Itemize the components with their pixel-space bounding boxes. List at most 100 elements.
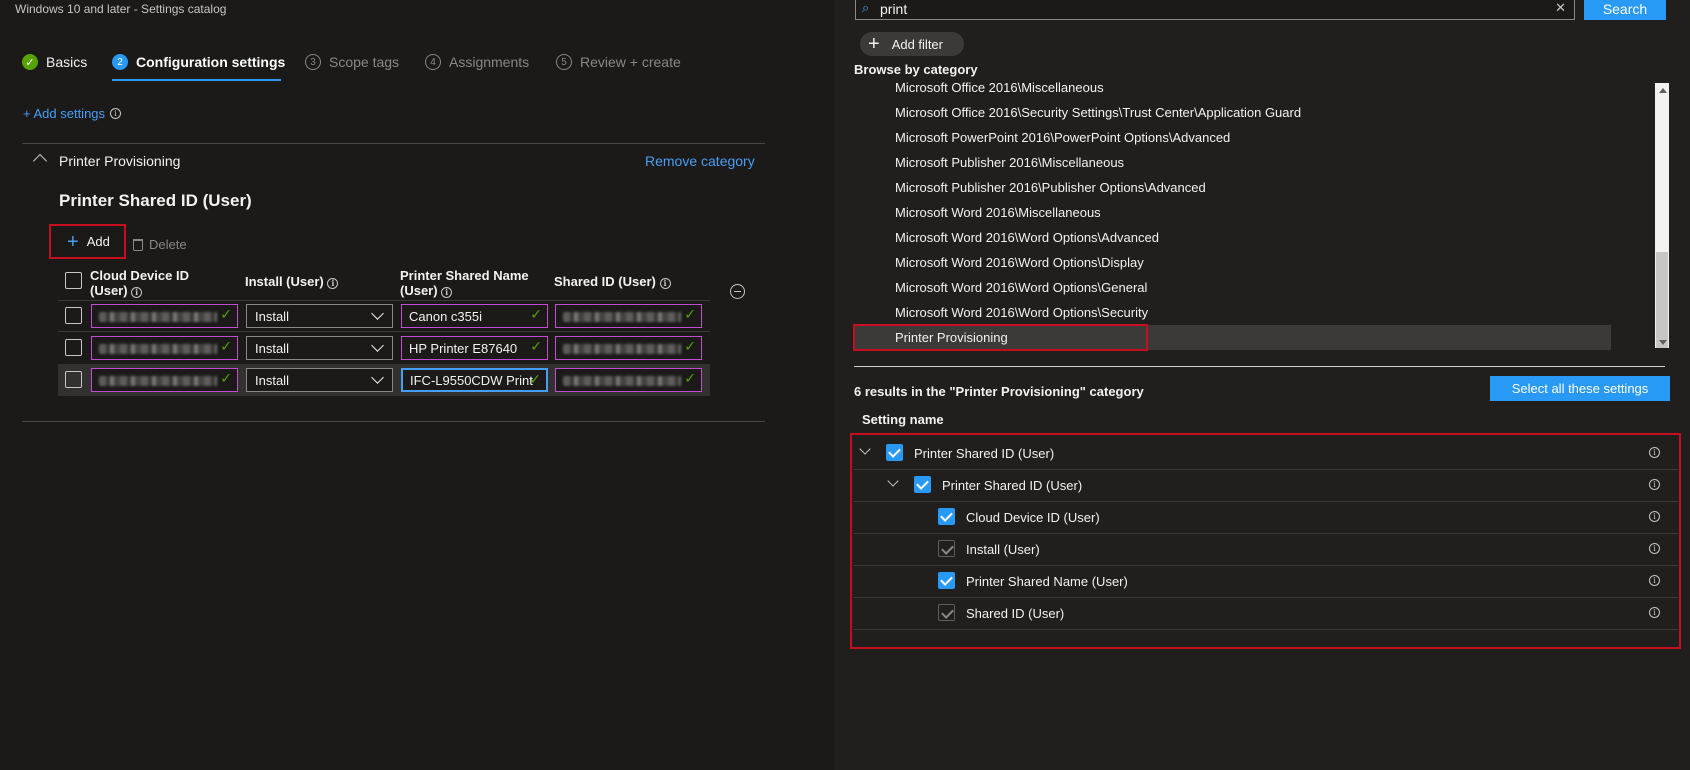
cloud-device-id-input[interactable]: ✓ (91, 368, 238, 392)
step-review-create[interactable]: 5 Review + create (556, 54, 681, 70)
chevron-down-icon (371, 339, 384, 352)
selected-category-highlight (853, 324, 1148, 351)
install-select[interactable]: Install (246, 336, 393, 360)
step-number: 5 (556, 54, 572, 70)
step-scope-tags[interactable]: 3 Scope tags (305, 54, 399, 70)
row-checkbox[interactable] (65, 371, 82, 388)
chevron-down-icon[interactable] (859, 443, 871, 455)
search-icon: ⌕ (862, 0, 870, 15)
row-checkbox[interactable] (65, 307, 82, 324)
install-value: Install (255, 341, 289, 356)
tree-row[interactable]: Cloud Device ID (User) i (853, 501, 1678, 534)
scroll-up-icon[interactable] (1659, 88, 1667, 93)
category-item[interactable]: Microsoft Office 2016\Miscellaneous (895, 80, 1104, 95)
tree-row[interactable]: Install (User) i (853, 533, 1678, 566)
step-assignments[interactable]: 4 Assignments (425, 54, 529, 70)
plus-icon: + (67, 230, 79, 253)
add-settings-link[interactable]: + Add settings i (23, 106, 122, 121)
shared-id-input[interactable]: ✓ (555, 336, 702, 360)
category-item[interactable]: Microsoft PowerPoint 2016\PowerPoint Opt… (895, 130, 1230, 145)
category-item[interactable]: Microsoft Word 2016\Word Options\Display (895, 255, 1144, 270)
printer-shared-name-input[interactable]: HP Printer E87640 ✓ (401, 336, 548, 360)
setting-checkbox[interactable] (938, 508, 955, 525)
divider (854, 366, 1665, 367)
remove-category-link[interactable]: Remove category (645, 153, 755, 169)
add-row-button[interactable]: + Add (49, 224, 126, 259)
category-item[interactable]: Microsoft Word 2016\Miscellaneous (895, 205, 1101, 220)
tree-row[interactable]: Printer Shared ID (User) i (853, 437, 1678, 470)
cloud-device-id-input[interactable]: ✓ (91, 304, 238, 328)
step-configuration-settings[interactable]: 2 Configuration settings (112, 54, 285, 70)
info-icon[interactable]: i (659, 278, 671, 289)
shared-id-input[interactable]: ✓ (555, 304, 702, 328)
info-icon[interactable]: i (1649, 575, 1660, 586)
category-item[interactable]: Microsoft Publisher 2016\Publisher Optio… (895, 180, 1206, 195)
checkmark-icon: ✓ (529, 372, 541, 388)
setting-checkbox[interactable] (886, 444, 903, 461)
remove-circle-icon[interactable] (730, 284, 745, 299)
printer-shared-name-input[interactable]: Canon c355i ✓ (401, 304, 548, 328)
browse-by-category-heading: Browse by category (854, 62, 978, 77)
category-item[interactable]: Microsoft Word 2016\Word Options\General (895, 280, 1147, 295)
info-icon[interactable]: i (1649, 607, 1660, 618)
checkmark-icon: ✓ (530, 339, 542, 355)
row-checkbox[interactable] (65, 339, 82, 356)
checkmark-icon (888, 445, 901, 458)
step-label: Basics (46, 54, 88, 70)
category-item[interactable]: Microsoft Office 2016\Security Settings\… (895, 105, 1301, 120)
header-install-text: Install (User) (245, 274, 324, 289)
info-icon[interactable]: i (1649, 447, 1660, 458)
plus-icon: + (868, 33, 880, 55)
info-icon[interactable]: i (131, 287, 143, 298)
row-divider (58, 331, 710, 332)
profile-editor-pane: Windows 10 and later - Settings catalog … (0, 0, 835, 770)
search-input[interactable]: ⌕ print ✕ (855, 0, 1575, 20)
add-filter-button[interactable]: + Add filter (860, 32, 964, 56)
chevron-up-icon[interactable] (32, 153, 48, 169)
printer-shared-name-input[interactable]: IFC-L9550CDW Print ✓ (401, 368, 548, 392)
install-select[interactable]: Install (246, 304, 393, 328)
tree-row[interactable]: Shared ID (User) i (853, 597, 1678, 630)
active-step-indicator (112, 79, 281, 81)
setting-checkbox[interactable] (938, 572, 955, 589)
select-all-settings-button[interactable]: Select all these settings (1490, 376, 1670, 401)
scroll-down-icon[interactable] (1659, 340, 1667, 345)
category-title: Printer Provisioning (59, 153, 181, 169)
row-divider (58, 300, 710, 301)
tree-row[interactable]: Printer Shared ID (User) i (853, 469, 1678, 502)
info-icon[interactable]: i (441, 287, 453, 298)
header-line-text: (User) (90, 283, 128, 298)
clear-icon[interactable]: ✕ (1555, 0, 1566, 16)
add-settings-label: + Add settings (23, 106, 106, 121)
info-icon[interactable]: i (1649, 543, 1660, 554)
setting-checkbox-disabled (938, 604, 955, 621)
shared-id-input[interactable]: ✓ (555, 368, 702, 392)
info-icon[interactable]: i (110, 108, 122, 119)
category-item[interactable]: Microsoft Word 2016\Word Options\Advance… (895, 230, 1159, 245)
category-item[interactable]: Microsoft Publisher 2016\Miscellaneous (895, 155, 1124, 170)
cloud-device-id-input[interactable]: ✓ (91, 336, 238, 360)
step-label: Configuration settings (136, 54, 286, 70)
install-value: Install (255, 309, 289, 324)
setting-checkbox[interactable] (914, 476, 931, 493)
delete-row-button[interactable]: Delete (133, 237, 187, 252)
search-button[interactable]: Search (1584, 0, 1666, 20)
step-basics[interactable]: ✓ Basics (22, 54, 87, 70)
setting-checkbox-disabled (938, 540, 955, 557)
step-label: Assignments (449, 54, 530, 70)
info-icon[interactable]: i (327, 278, 339, 289)
printer-name-value: Canon c355i (409, 309, 482, 324)
info-icon[interactable]: i (1649, 511, 1660, 522)
chevron-down-icon[interactable] (887, 475, 899, 487)
step-label: Review + create (580, 54, 681, 70)
tree-row[interactable]: Printer Shared Name (User) i (853, 565, 1678, 598)
select-all-rows-checkbox[interactable] (65, 272, 82, 289)
category-item[interactable]: Microsoft Word 2016\Word Options\Securit… (895, 305, 1148, 320)
header-line: Printer Shared Name (400, 268, 529, 283)
scrollbar-thumb[interactable] (1656, 252, 1668, 348)
info-icon[interactable]: i (1649, 479, 1660, 490)
install-select[interactable]: Install (246, 368, 393, 392)
step-number: 2 (112, 54, 128, 70)
header-shared-id-text: Shared ID (User) (554, 274, 656, 289)
header-line: (User) i (90, 283, 189, 298)
